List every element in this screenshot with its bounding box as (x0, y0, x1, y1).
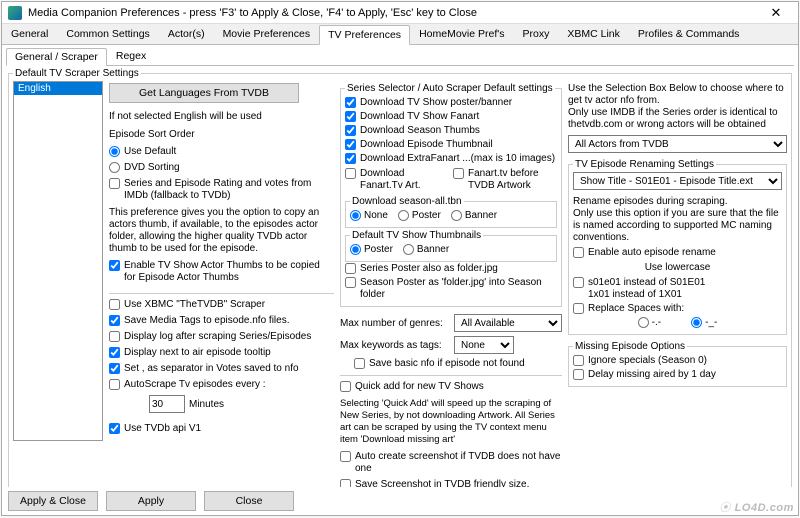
radio-season-all-poster[interactable]: Poster (398, 209, 441, 223)
rename-note: Rename episodes during scraping. Only us… (573, 194, 782, 246)
radio-dvd-sorting[interactable]: DVD Sorting (109, 161, 334, 175)
tab-movie-preferences[interactable]: Movie Preferences (214, 24, 320, 44)
actor-source-note: Use the Selection Box Below to choose wh… (568, 81, 787, 133)
tab-profiles-commands[interactable]: Profiles & Commands (629, 24, 749, 44)
app-icon (8, 6, 22, 20)
minutes-label: Minutes (189, 399, 224, 410)
apply-close-button[interactable]: Apply & Close (8, 491, 98, 511)
download-season-all-legend: Download season-all.tbn (350, 196, 464, 207)
sub-tabs: General / Scraper Regex (6, 47, 794, 66)
main-tabs: General Common Settings Actor(s) Movie P… (2, 24, 798, 45)
window-title: Media Companion Preferences - press 'F3'… (28, 7, 756, 19)
check-download-fanart-tv[interactable]: Download Fanart.Tv Art. (345, 167, 449, 193)
max-genres-select[interactable]: All Available (454, 314, 562, 332)
check-download-poster-banner[interactable]: Download TV Show poster/banner (345, 96, 557, 110)
tab-general[interactable]: General (2, 24, 57, 44)
max-keywords-select[interactable]: None (454, 336, 514, 354)
fieldset-title: Default TV Scraper Settings (13, 68, 141, 79)
check-save-media-tags[interactable]: Save Media Tags to episode.nfo files. (109, 314, 334, 328)
actor-source-select[interactable]: All Actors from TVDB (568, 135, 787, 153)
tab-tv-preferences[interactable]: TV Preferences (319, 25, 410, 45)
check-fanart-before-tvdb[interactable]: Fanart.tv before TVDB Artwork (453, 167, 557, 193)
missing-legend: Missing Episode Options (573, 341, 687, 352)
radio-season-all-banner[interactable]: Banner (451, 209, 497, 223)
watermark: ⦿ LO4D.com (719, 499, 794, 515)
check-use-tvdb-api-v1[interactable]: Use TVDb api V1 (109, 422, 334, 436)
quick-add-note: Selecting 'Quick Add' will speed up the … (340, 396, 562, 448)
english-default-note: If not selected English will be used (109, 109, 334, 125)
check-replace-spaces[interactable]: Replace Spaces with: (573, 302, 782, 316)
apply-button[interactable]: Apply (106, 491, 196, 511)
check-download-extrafanart[interactable]: Download ExtraFanart ...(max is 10 image… (345, 152, 557, 166)
check-download-episode-thumbnail[interactable]: Download Episode Thumbnail (345, 138, 557, 152)
sort-order-label: Episode Sort Order (109, 127, 334, 143)
check-autoscrape[interactable]: AutoScrape Tv episodes every : (109, 378, 334, 392)
radio-space-dash[interactable]: -.- (638, 316, 661, 330)
radio-season-all-none[interactable]: None (350, 209, 388, 223)
check-display-next-air[interactable]: Display next to air episode tooltip (109, 346, 334, 360)
check-delay-missing[interactable]: Delay missing aired by 1 day (573, 368, 782, 382)
check-download-season-thumbs[interactable]: Download Season Thumbs (345, 124, 557, 138)
check-imdb-rating-votes[interactable]: Series and Episode Rating and votes from… (109, 177, 334, 203)
radio-default-banner[interactable]: Banner (403, 243, 449, 257)
max-genres-label: Max number of genres: (340, 318, 450, 329)
check-enable-actor-thumbs[interactable]: Enable TV Show Actor Thumbs to be copied… (109, 259, 334, 285)
close-window-button[interactable]: ✕ (756, 3, 796, 23)
check-save-basic-nfo[interactable]: Save basic nfo if episode not found (340, 357, 562, 371)
check-save-screenshot-size[interactable]: Save Screenshot in TVDB friendly size. (340, 478, 562, 487)
check-series-poster-folder[interactable]: Series Poster also as folder.jpg (345, 262, 557, 276)
check-display-log[interactable]: Display log after scraping Series/Episod… (109, 330, 334, 344)
default-thumbs-legend: Default TV Show Thumbnails (350, 230, 483, 241)
check-use-xbmc-scraper[interactable]: Use XBMC "TheTVDB" Scraper (109, 298, 334, 312)
tab-actors[interactable]: Actor(s) (159, 24, 214, 44)
tab-common-settings[interactable]: Common Settings (57, 24, 158, 44)
check-download-fanart[interactable]: Download TV Show Fanart (345, 110, 557, 124)
tab-xbmc-link[interactable]: XBMC Link (558, 24, 629, 44)
check-enable-auto-rename[interactable]: Enable auto episode rename (573, 246, 782, 260)
max-keywords-label: Max keywords as tags: (340, 340, 450, 351)
check-set-separator[interactable]: Set , as separator in Votes saved to nfo (109, 362, 334, 376)
radio-space-underscore[interactable]: -_- (691, 316, 717, 330)
rename-pattern-select[interactable]: Show Title - S01E01 - Episode Title.ext (573, 172, 782, 190)
tab-homemovie-prefs[interactable]: HomeMovie Pref's (410, 24, 513, 44)
check-season-poster-folder[interactable]: Season Poster as 'folder.jpg' into Seaso… (345, 276, 557, 302)
get-languages-button[interactable]: Get Languages From TVDB (109, 83, 299, 103)
radio-use-default[interactable]: Use Default (109, 145, 334, 159)
rename-legend: TV Episode Renaming Settings (573, 159, 716, 170)
language-list[interactable]: English (13, 81, 103, 441)
check-ignore-specials[interactable]: Ignore specials (Season 0) (573, 354, 782, 368)
autoscrape-minutes-input[interactable] (149, 395, 185, 413)
subtab-regex[interactable]: Regex (107, 47, 155, 65)
tab-proxy[interactable]: Proxy (514, 24, 559, 44)
check-auto-screenshot[interactable]: Auto create screenshot if TVDB does not … (340, 450, 562, 476)
use-lowercase-label: Use lowercase (573, 260, 782, 276)
language-item-english[interactable]: English (14, 82, 102, 95)
series-selector-legend: Series Selector / Auto Scraper Default s… (345, 83, 555, 94)
actor-thumb-preference-text: This preference gives you the option to … (109, 205, 334, 257)
radio-default-poster[interactable]: Poster (350, 243, 393, 257)
close-button[interactable]: Close (204, 491, 294, 511)
subtab-general-scraper[interactable]: General / Scraper (6, 48, 107, 66)
check-quick-add[interactable]: Quick add for new TV Shows (340, 380, 562, 394)
check-lowercase-episode-id[interactable]: s01e01 instead of S01E01 1x01 instead of… (573, 276, 782, 302)
